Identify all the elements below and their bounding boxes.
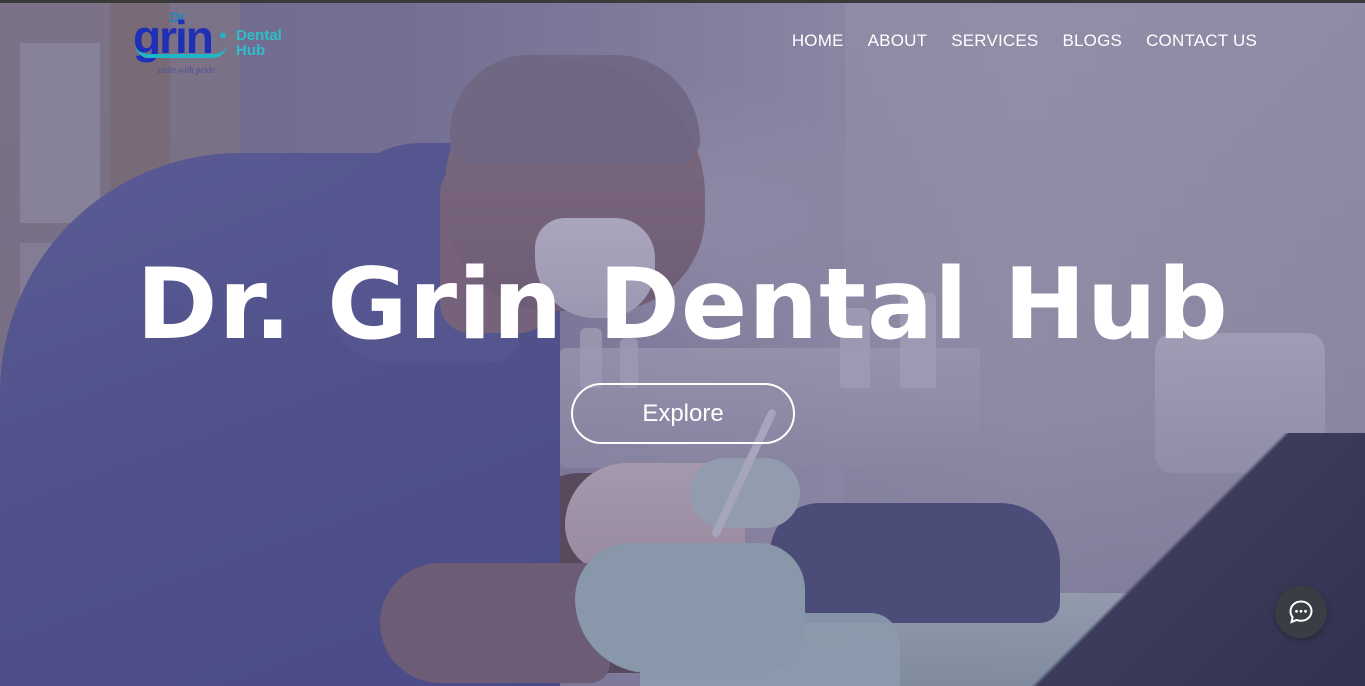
nav-contact-us[interactable]: CONTACT US bbox=[1146, 31, 1257, 51]
main-nav: HOME ABOUT SERVICES BLOGS CONTACT US bbox=[792, 31, 1257, 51]
chat-bubble-icon bbox=[1289, 600, 1313, 624]
tooth-icon: ● bbox=[219, 27, 227, 42]
site-logo[interactable]: Dr grin ● Dental Hub smile with pride bbox=[133, 8, 303, 78]
logo-hub-text: Hub bbox=[236, 42, 266, 59]
nav-about[interactable]: ABOUT bbox=[868, 31, 928, 51]
logo-tagline: smile with pride bbox=[157, 65, 215, 75]
nav-services[interactable]: SERVICES bbox=[951, 31, 1038, 51]
nav-blogs[interactable]: BLOGS bbox=[1062, 31, 1122, 51]
hero-title: Dr. Grin Dental Hub bbox=[136, 248, 1229, 362]
logo-smile-swoosh bbox=[135, 44, 227, 58]
chat-widget-button[interactable] bbox=[1275, 586, 1327, 638]
logo-dental-text: Dental bbox=[236, 27, 282, 44]
nav-home[interactable]: HOME bbox=[792, 31, 844, 51]
explore-button[interactable]: Explore bbox=[571, 383, 795, 444]
site-header: Dr grin ● Dental Hub smile with pride HO… bbox=[0, 3, 1365, 83]
